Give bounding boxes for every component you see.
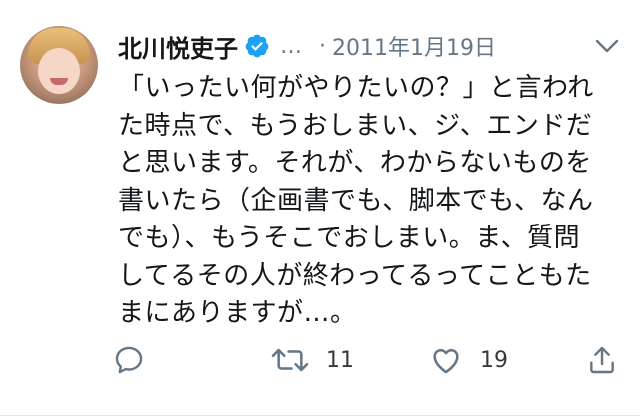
avatar[interactable] <box>20 26 98 104</box>
retweet-count: 11 <box>326 347 354 373</box>
avatar-face <box>38 48 80 94</box>
share-button[interactable] <box>586 340 618 380</box>
like-count: 19 <box>480 347 508 373</box>
date-separator: · <box>319 33 326 59</box>
tweet-date[interactable]: 2011年1月19日 <box>332 30 496 62</box>
tweet-text-line: してるその人が終わってるってこともた <box>118 260 592 291</box>
author-name[interactable]: 北川悦吏子 <box>118 29 238 64</box>
tweet-card[interactable]: 北川悦吏子 … · 2011年1月19日 「いったい何がやりたいの？」と言われ … <box>0 0 640 416</box>
tweet-text: 「いったい何がやりたいの？」と言われ た時点で、もうおしまい、ジ、エンドだ と思… <box>118 70 624 333</box>
tweet-text-line: まにありますが…。 <box>118 298 357 328</box>
heart-icon <box>433 348 459 374</box>
retweet-button[interactable]: 11 <box>270 340 354 380</box>
verified-badge-icon <box>245 34 269 58</box>
tweet-text-line: でも）、もうそこでおしまい。ま、質問 <box>118 223 581 253</box>
reply-button[interactable] <box>112 340 146 380</box>
chevron-down-icon[interactable] <box>594 34 620 58</box>
tweet-actions: 11 19 <box>110 340 630 384</box>
like-button[interactable]: 19 <box>428 340 508 380</box>
author-handle-truncated[interactable]: … <box>280 34 303 59</box>
reply-icon <box>115 346 143 374</box>
tweet-text-line: 「いったい何がやりたいの？」と言われ <box>118 73 594 103</box>
retweet-icon <box>271 348 309 372</box>
tweet-text-line: と思います。それが、わからないものを <box>118 148 592 178</box>
tweet-text-line: 書いたら（企画書でも、脚本でも、なん <box>118 185 594 216</box>
tweet-header: 北川悦吏子 … · 2011年1月19日 <box>118 26 620 66</box>
share-icon <box>590 346 614 374</box>
tweet-text-line: た時点で、もうおしまい、ジ、エンドだ <box>118 110 593 141</box>
